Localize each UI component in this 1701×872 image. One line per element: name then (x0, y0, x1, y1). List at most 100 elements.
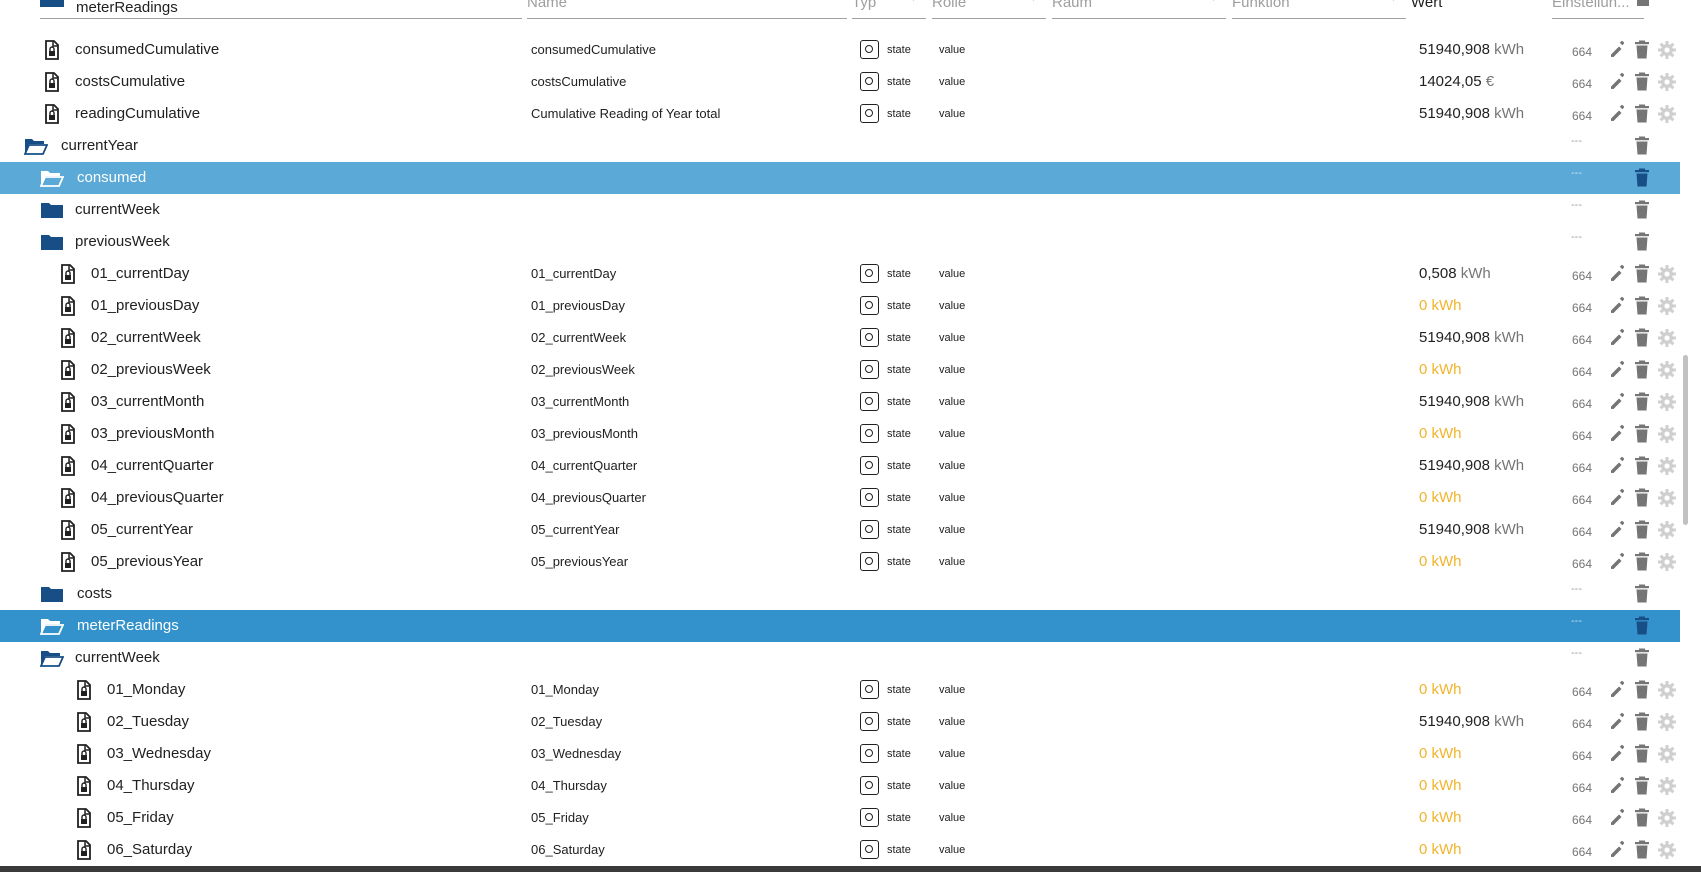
gear-icon[interactable] (1657, 424, 1677, 444)
edit-icon[interactable] (1608, 296, 1628, 316)
trash-icon[interactable] (1632, 808, 1652, 828)
acl-permissions[interactable]: 664 (1572, 516, 1592, 548)
function-filter-header[interactable]: Funktion (1232, 0, 1406, 19)
state-value[interactable]: 0 kWh (1419, 674, 1462, 706)
state-value[interactable]: 0 kWh (1419, 418, 1462, 450)
object-id-label[interactable]: meterReadings (77, 610, 179, 642)
scrollbar-thumb[interactable] (1683, 355, 1688, 525)
state-row[interactable]: 05_previousYear 05_previousYear state value… (0, 546, 1680, 578)
object-id-label[interactable]: 04_previousQuarter (91, 482, 224, 514)
gear-icon[interactable] (1657, 744, 1677, 764)
edit-icon[interactable] (1608, 104, 1628, 124)
gear-icon[interactable] (1657, 456, 1677, 476)
edit-icon[interactable] (1608, 328, 1628, 348)
acl-permissions[interactable]: 664 (1572, 324, 1592, 356)
room-filter-header[interactable]: Raum (1052, 0, 1226, 19)
trash-icon[interactable] (1632, 264, 1652, 284)
state-value[interactable]: 51940,908 kWh (1419, 98, 1524, 130)
state-value[interactable]: 0 kWh (1419, 354, 1462, 386)
state-value[interactable]: 51940,908 kWh (1419, 34, 1524, 66)
trash-icon[interactable] (1632, 136, 1652, 156)
trash-icon[interactable] (1632, 520, 1652, 540)
state-value[interactable]: 0 kWh (1419, 834, 1462, 866)
folder-icon[interactable] (40, 232, 64, 252)
object-id-label[interactable]: 02_Tuesday (107, 706, 189, 738)
acl-permissions[interactable]: 664 (1572, 708, 1592, 740)
object-id-label[interactable]: readingCumulative (75, 98, 200, 130)
gear-icon[interactable] (1657, 264, 1677, 284)
gear-icon[interactable] (1657, 328, 1677, 348)
object-id-label[interactable]: costsCumulative (75, 66, 185, 98)
trash-icon[interactable] (1632, 680, 1652, 700)
state-value[interactable]: 51940,908 kWh (1419, 450, 1524, 482)
acl-permissions[interactable]: 664 (1572, 452, 1592, 484)
edit-icon[interactable] (1608, 552, 1628, 572)
id-filter-header[interactable]: meterReadings (40, 0, 522, 19)
trash-icon[interactable] (1632, 712, 1652, 732)
edit-icon[interactable] (1608, 840, 1628, 860)
acl-permissions[interactable]: 664 (1572, 484, 1592, 516)
state-row[interactable]: 04_currentQuarter 04_currentQuarter state v… (0, 450, 1680, 482)
trash-icon[interactable] (1632, 552, 1652, 572)
acl-permissions[interactable]: 664 (1572, 740, 1592, 772)
state-value[interactable]: 51940,908 kWh (1419, 386, 1524, 418)
state-value[interactable]: 0 kWh (1419, 770, 1462, 802)
folder-row[interactable]: previousWeek --- (0, 226, 1680, 258)
object-id-label[interactable]: currentWeek (75, 194, 160, 226)
state-value[interactable]: 0 kWh (1419, 290, 1462, 322)
state-value[interactable]: 14024,05 € (1419, 66, 1494, 98)
object-id-label[interactable]: 01_previousDay (91, 290, 199, 322)
state-row[interactable]: 01_previousDay 01_previousDay state value 0 … (0, 290, 1680, 322)
object-id-label[interactable]: consumedCumulative (75, 34, 219, 66)
state-row[interactable]: 01_currentDay 01_currentDay state value 0,50… (0, 258, 1680, 290)
acl-permissions[interactable]: 664 (1572, 292, 1592, 324)
role-filter-header[interactable]: Rolle (932, 0, 1046, 19)
state-row[interactable]: 03_previousMonth 03_previousMonth state val… (0, 418, 1680, 450)
trash-icon[interactable] (1632, 456, 1652, 476)
trash-icon[interactable] (1632, 392, 1652, 412)
gear-icon[interactable] (1657, 552, 1677, 572)
name-filter-header[interactable]: Name (527, 0, 847, 19)
gear-icon[interactable] (1657, 104, 1677, 124)
trash-icon[interactable] (1632, 40, 1652, 60)
folder-open-icon[interactable] (39, 648, 65, 668)
state-row[interactable]: 02_currentWeek 02_currentWeek state value 51… (0, 322, 1680, 354)
edit-icon[interactable] (1608, 264, 1628, 284)
edit-icon[interactable] (1608, 488, 1628, 508)
state-row[interactable]: 04_Thursday 04_Thursday state value 0 kWh 664 (0, 770, 1680, 802)
folder-open-icon[interactable] (23, 136, 49, 156)
state-value[interactable]: 0 kWh (1419, 546, 1462, 578)
folder-row[interactable]: currentYear --- (0, 130, 1680, 162)
object-id-label[interactable]: previousWeek (75, 226, 170, 258)
trash-icon[interactable] (1632, 200, 1652, 220)
object-id-label[interactable]: 02_previousWeek (91, 354, 211, 386)
state-row[interactable]: 06_Saturday 06_Saturday state value 0 kWh 664 (0, 834, 1680, 866)
folder-open-icon[interactable] (39, 616, 65, 636)
folder-row[interactable]: currentWeek --- (0, 194, 1680, 226)
gear-icon[interactable] (1657, 808, 1677, 828)
acl-permissions[interactable]: 664 (1572, 420, 1592, 452)
acl-permissions[interactable]: 664 (1572, 804, 1592, 836)
folder-icon[interactable] (40, 200, 64, 220)
trash-icon[interactable] (1632, 168, 1652, 188)
state-row[interactable]: consumedCumulative consumedCumulative stat… (0, 34, 1680, 66)
edit-icon[interactable] (1608, 424, 1628, 444)
acl-permissions[interactable]: 664 (1572, 836, 1592, 868)
object-id-label[interactable]: consumed (77, 162, 146, 194)
trash-icon[interactable] (1632, 840, 1652, 860)
object-id-label[interactable]: 04_Thursday (107, 770, 195, 802)
state-value[interactable]: 51940,908 kWh (1419, 514, 1524, 546)
trash-icon[interactable] (1632, 104, 1652, 124)
acl-permissions[interactable]: 664 (1572, 68, 1592, 100)
object-id-label[interactable]: 04_currentQuarter (91, 450, 214, 482)
gear-icon[interactable] (1657, 840, 1677, 860)
state-row[interactable]: 01_Monday 01_Monday state value 0 kWh 664 (0, 674, 1680, 706)
acl-permissions[interactable]: 664 (1572, 676, 1592, 708)
edit-icon[interactable] (1608, 712, 1628, 732)
edit-icon[interactable] (1608, 776, 1628, 796)
gear-icon[interactable] (1657, 776, 1677, 796)
folder-icon[interactable] (40, 584, 64, 604)
folder-row[interactable]: meterReadings --- (0, 610, 1680, 642)
trash-icon[interactable] (1632, 616, 1652, 636)
state-row[interactable]: 05_currentYear 05_currentYear state value 51… (0, 514, 1680, 546)
